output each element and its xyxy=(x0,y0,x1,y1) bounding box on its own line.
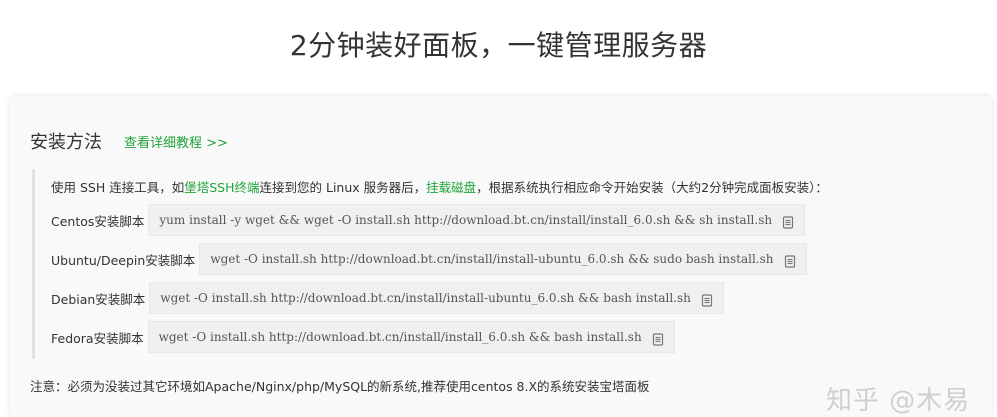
command-box-centos[interactable]: yum install -y wget && wget -O install.s… xyxy=(148,204,806,236)
copy-icon[interactable] xyxy=(701,292,713,307)
command-box-debian[interactable]: wget -O install.sh http://download.bt.cn… xyxy=(149,282,724,314)
watermark: 知乎 @木易 xyxy=(826,386,971,416)
card-title: 安装方法 xyxy=(30,132,102,153)
script-row-centos: Centos安装脚本 yum install -y wget && wget -… xyxy=(51,203,806,237)
script-row-debian: Debian安装脚本 wget -O install.sh http://dow… xyxy=(51,281,724,315)
copy-icon[interactable] xyxy=(652,331,664,346)
ssh-terminal-link[interactable]: 堡塔SSH终端 xyxy=(184,180,259,195)
detail-tutorial-link[interactable]: 查看详细教程 >> xyxy=(124,132,228,151)
mount-disk-link[interactable]: 挂载磁盘 xyxy=(426,180,476,195)
command-text-ubuntu[interactable]: wget -O install.sh http://download.bt.cn… xyxy=(210,252,773,266)
page-headline: 2分钟装好面板，一键管理服务器 xyxy=(289,29,708,62)
script-row-fedora: Fedora安装脚本 wget -O install.sh http://dow… xyxy=(51,320,675,354)
copy-icon[interactable] xyxy=(784,253,796,268)
script-label-fedora: Fedora安装脚本 xyxy=(51,330,144,346)
script-label-centos: Centos安装脚本 xyxy=(51,213,145,229)
install-panel: 使用 SSH 连接工具，如堡塔SSH终端连接到您的 Linux 服务器后，挂载磁… xyxy=(32,169,895,359)
install-intro: 使用 SSH 连接工具，如堡塔SSH终端连接到您的 Linux 服务器后，挂载磁… xyxy=(51,177,828,196)
install-note: 注意：必须为没装过其它环境如Apache/Nginx/php/MySQL的新系统… xyxy=(30,379,650,394)
command-box-ubuntu[interactable]: wget -O install.sh http://download.bt.cn… xyxy=(199,243,807,275)
intro-text-2: 连接到您的 Linux 服务器后， xyxy=(259,180,427,195)
command-text-debian[interactable]: wget -O install.sh http://download.bt.cn… xyxy=(160,291,691,305)
command-text-fedora[interactable]: wget -O install.sh http://download.bt.cn… xyxy=(159,330,642,344)
intro-text-1: 使用 SSH 连接工具，如 xyxy=(51,180,185,195)
command-box-fedora[interactable]: wget -O install.sh http://download.bt.cn… xyxy=(147,321,675,353)
script-label-ubuntu: Ubuntu/Deepin安装脚本 xyxy=(51,252,196,268)
script-row-ubuntu: Ubuntu/Deepin安装脚本 wget -O install.sh htt… xyxy=(51,242,807,276)
command-text-centos[interactable]: yum install -y wget && wget -O install.s… xyxy=(159,213,772,227)
copy-icon[interactable] xyxy=(782,214,794,229)
script-label-debian: Debian安装脚本 xyxy=(51,291,146,307)
intro-text-3: ，根据系统执行相应命令开始安装（大约2分钟完成面板安装）： xyxy=(476,180,828,195)
install-card: 安装方法 查看详细教程 >> 使用 SSH 连接工具，如堡塔SSH终端连接到您的… xyxy=(10,96,992,417)
